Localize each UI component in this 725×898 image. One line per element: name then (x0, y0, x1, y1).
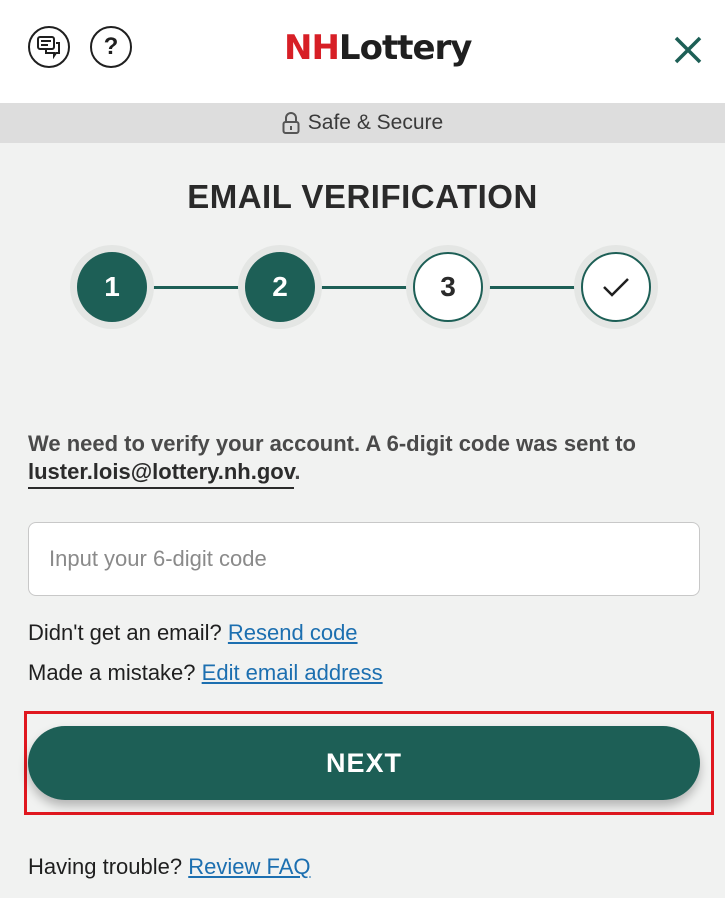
edit-prompt: Made a mistake? (28, 660, 196, 685)
step-3-number: 3 (413, 252, 483, 322)
step-3: 3 (406, 245, 490, 329)
edit-row: Made a mistake? Edit email address (28, 660, 383, 686)
page-title: EMAIL VERIFICATION (187, 178, 538, 215)
review-faq-link[interactable]: Review FAQ (188, 854, 310, 879)
verification-message: We need to verify your account. A 6-digi… (28, 430, 698, 489)
verification-email: luster.lois@lottery.nh.gov (28, 459, 295, 489)
safe-secure-bar: Safe & Secure (0, 103, 725, 143)
help-icon[interactable]: ? (90, 26, 132, 68)
secure-label: Safe & Secure (307, 111, 444, 134)
next-button[interactable]: NEXT (28, 726, 700, 800)
logo-suffix: Lottery (338, 28, 473, 68)
edit-email-link[interactable]: Edit email address (202, 660, 383, 685)
step-connector (318, 286, 414, 289)
resend-code-link[interactable]: Resend code (228, 620, 358, 645)
step-1: 1 (70, 245, 154, 329)
resend-row: Didn't get an email? Resend code (28, 620, 358, 646)
step-2-number: 2 (245, 252, 315, 322)
help-row: Having trouble? Review FAQ (28, 854, 311, 880)
step-complete (574, 245, 658, 329)
step-connector (486, 286, 582, 289)
step-connector (150, 286, 246, 289)
nh-lottery-logo: NH Lottery (284, 24, 473, 72)
help-icon-glyph: ? (103, 33, 119, 60)
verification-message-prefix: We need to verify your account. A 6-digi… (28, 431, 636, 456)
app-header: ? NH Lottery (0, 0, 725, 103)
step-1-number: 1 (77, 252, 147, 322)
step-2: 2 (238, 245, 322, 329)
step-progress: 1 2 3 (0, 245, 725, 329)
lock-icon (282, 112, 300, 134)
chat-icon[interactable] (28, 26, 70, 68)
verification-message-suffix: . (294, 459, 301, 484)
resend-prompt: Didn't get an email? (28, 620, 222, 645)
logo-prefix: NH (284, 28, 340, 68)
step-complete-circle (581, 252, 651, 322)
check-icon (603, 278, 629, 297)
code-input[interactable] (28, 522, 700, 596)
close-icon[interactable] (668, 30, 708, 70)
help-prompt: Having trouble? (28, 854, 183, 879)
